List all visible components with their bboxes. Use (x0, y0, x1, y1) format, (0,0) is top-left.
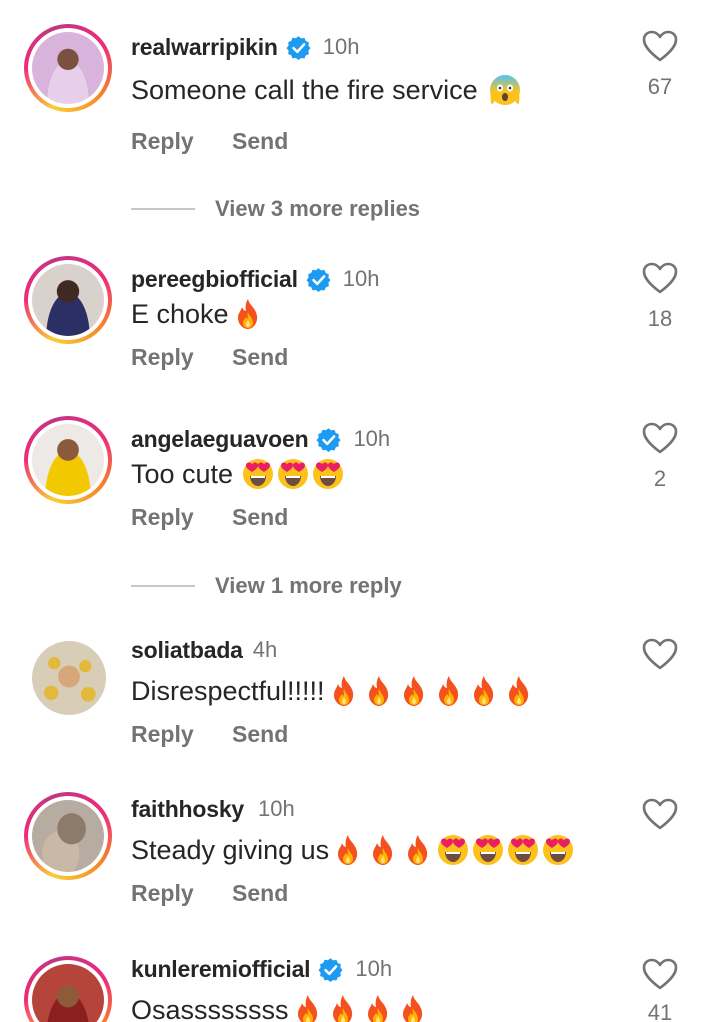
fire-emoji-icon (362, 994, 394, 1022)
comment-timestamp: 10h (355, 956, 393, 981)
fire-emoji-icon (398, 675, 430, 707)
send-button[interactable]: Send (232, 128, 288, 154)
heart-outline-icon[interactable] (642, 798, 678, 830)
comment-body: Too cute (131, 458, 234, 489)
avatar-story-ring[interactable] (24, 24, 112, 112)
comment-text: E choke (131, 298, 264, 330)
view-more-replies-button[interactable]: View 3 more replies (131, 196, 531, 222)
heart-outline-icon[interactable] (642, 422, 678, 454)
heart-eyes-emoji-icon (472, 834, 504, 866)
verified-badge-icon (318, 957, 343, 982)
fire-emoji-icon (292, 994, 324, 1022)
comment-body: Disrespectful!!!!! (131, 675, 325, 706)
comment-item: realwarripikin 10h Someone call the fire… (0, 24, 720, 174)
scream-emoji-icon (489, 74, 521, 106)
avatar (32, 964, 104, 1022)
avatar-story-ring[interactable] (24, 956, 112, 1022)
reply-button[interactable]: Reply (131, 128, 194, 154)
heart-eyes-emoji-icon (542, 834, 574, 866)
fire-emoji-icon (468, 675, 500, 707)
comment-actions: Reply Send (131, 344, 288, 371)
send-button[interactable]: Send (232, 721, 288, 747)
comment-item: faithhosky 10h Steady giving us Reply Se… (0, 792, 720, 924)
avatar (32, 32, 104, 104)
comment-actions: Reply Send (131, 128, 288, 155)
comment-username[interactable]: kunleremiofficial (131, 956, 311, 983)
heart-outline-icon[interactable] (642, 262, 678, 294)
comment-text: Disrespectful!!!!! (131, 675, 535, 707)
comment-body: Steady giving us (131, 834, 330, 865)
comment-body: E choke (131, 298, 229, 329)
send-button[interactable]: Send (232, 880, 288, 906)
heart-eyes-emoji-icon (242, 458, 274, 490)
fire-emoji-icon (503, 675, 535, 707)
like-count: 41 (647, 1000, 673, 1022)
comment-timestamp: 10h (353, 426, 391, 451)
comment-timestamp: 10h (322, 34, 360, 59)
reply-button[interactable]: Reply (131, 344, 194, 370)
divider-line (131, 208, 195, 210)
comment-timestamp: 10h (258, 796, 295, 821)
heart-outline-icon[interactable] (642, 30, 678, 62)
avatar (32, 800, 104, 872)
like-count: 2 (653, 466, 667, 491)
fire-emoji-icon (232, 298, 264, 330)
comment-item: kunleremiofficial 10h Osassssssss 41 (0, 954, 720, 1022)
heart-eyes-emoji-icon (312, 458, 344, 490)
like-count: 18 (647, 306, 673, 331)
like-count: 67 (647, 74, 673, 99)
comment-username[interactable]: angelaeguavoen (131, 426, 309, 453)
comment-body: Someone call the fire service (131, 74, 478, 105)
avatar-story-ring[interactable] (24, 416, 112, 504)
avatar-story-ring[interactable] (24, 792, 112, 880)
comment-text: Someone call the fire service (131, 74, 521, 106)
fire-emoji-icon (327, 994, 359, 1022)
heart-eyes-emoji-icon (277, 458, 309, 490)
heart-eyes-emoji-icon (507, 834, 539, 866)
comment-item: pereegbiofficial 10h E choke Reply Send … (0, 256, 720, 386)
fire-emoji-icon (363, 675, 395, 707)
fire-emoji-icon (433, 675, 465, 707)
verified-badge-icon (286, 35, 311, 60)
reply-button[interactable]: Reply (131, 504, 194, 530)
comment-username[interactable]: realwarripikin (131, 34, 278, 61)
send-button[interactable]: Send (232, 504, 288, 530)
comment-body: Osassssssss (131, 994, 289, 1022)
divider-line (131, 585, 195, 587)
send-button[interactable]: Send (232, 344, 288, 370)
fire-emoji-icon (367, 834, 399, 866)
reply-button[interactable]: Reply (131, 880, 194, 906)
comment-text: Too cute (131, 458, 344, 490)
comment-actions: Reply Send (131, 504, 288, 531)
comment-actions: Reply Send (131, 880, 288, 907)
fire-emoji-icon (332, 834, 364, 866)
heart-outline-icon[interactable] (642, 638, 678, 670)
view-more-label: View 1 more reply (215, 573, 402, 598)
comment-text: Osassssssss (131, 994, 429, 1022)
fire-emoji-icon (402, 834, 434, 866)
fire-emoji-icon (397, 994, 429, 1022)
comment-username[interactable]: soliatbada (131, 637, 243, 664)
comment-actions: Reply Send (131, 721, 288, 748)
comment-item: angelaeguavoen 10h Too cute Reply Send 2 (0, 416, 720, 546)
fire-emoji-icon (328, 675, 360, 707)
comment-timestamp: 4h (252, 637, 278, 662)
view-more-label: View 3 more replies (215, 196, 421, 221)
avatar (32, 424, 104, 496)
comment-username[interactable]: faithhosky (131, 796, 244, 823)
verified-badge-icon (306, 267, 331, 292)
avatar-frame[interactable] (32, 641, 106, 715)
comment-text: Steady giving us (131, 834, 574, 866)
heart-outline-icon[interactable] (642, 958, 678, 990)
comment-item: soliatbada 4h Disrespectful!!!!! Reply S… (0, 633, 720, 763)
comment-username[interactable]: pereegbiofficial (131, 266, 298, 293)
view-more-replies-button[interactable]: View 1 more reply (131, 573, 531, 599)
avatar (32, 641, 106, 715)
avatar-story-ring[interactable] (24, 256, 112, 344)
verified-badge-icon (316, 427, 341, 452)
comment-timestamp: 10h (342, 266, 380, 291)
avatar (32, 264, 104, 336)
reply-button[interactable]: Reply (131, 721, 194, 747)
heart-eyes-emoji-icon (437, 834, 469, 866)
